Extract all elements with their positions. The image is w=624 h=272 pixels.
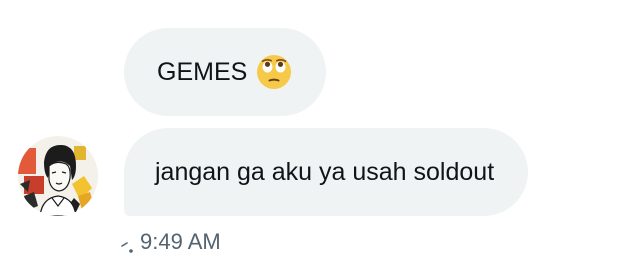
message-meta: 9:49 AM — [120, 228, 221, 256]
message-text: jangan ga aku ya usah soldout — [155, 158, 495, 186]
avatar[interactable] — [18, 136, 98, 216]
message-bubble-gemes[interactable]: GEMES — [124, 28, 327, 116]
message-bubble-soldout[interactable]: jangan ga aku ya usah soldout — [124, 128, 529, 216]
message-text: GEMES — [157, 58, 248, 86]
sent-status-icon — [120, 235, 134, 253]
face-with-rolling-eyes-icon — [256, 54, 292, 90]
timestamp: 9:49 AM — [140, 229, 221, 254]
user-avatar-illustration-icon — [18, 136, 98, 216]
